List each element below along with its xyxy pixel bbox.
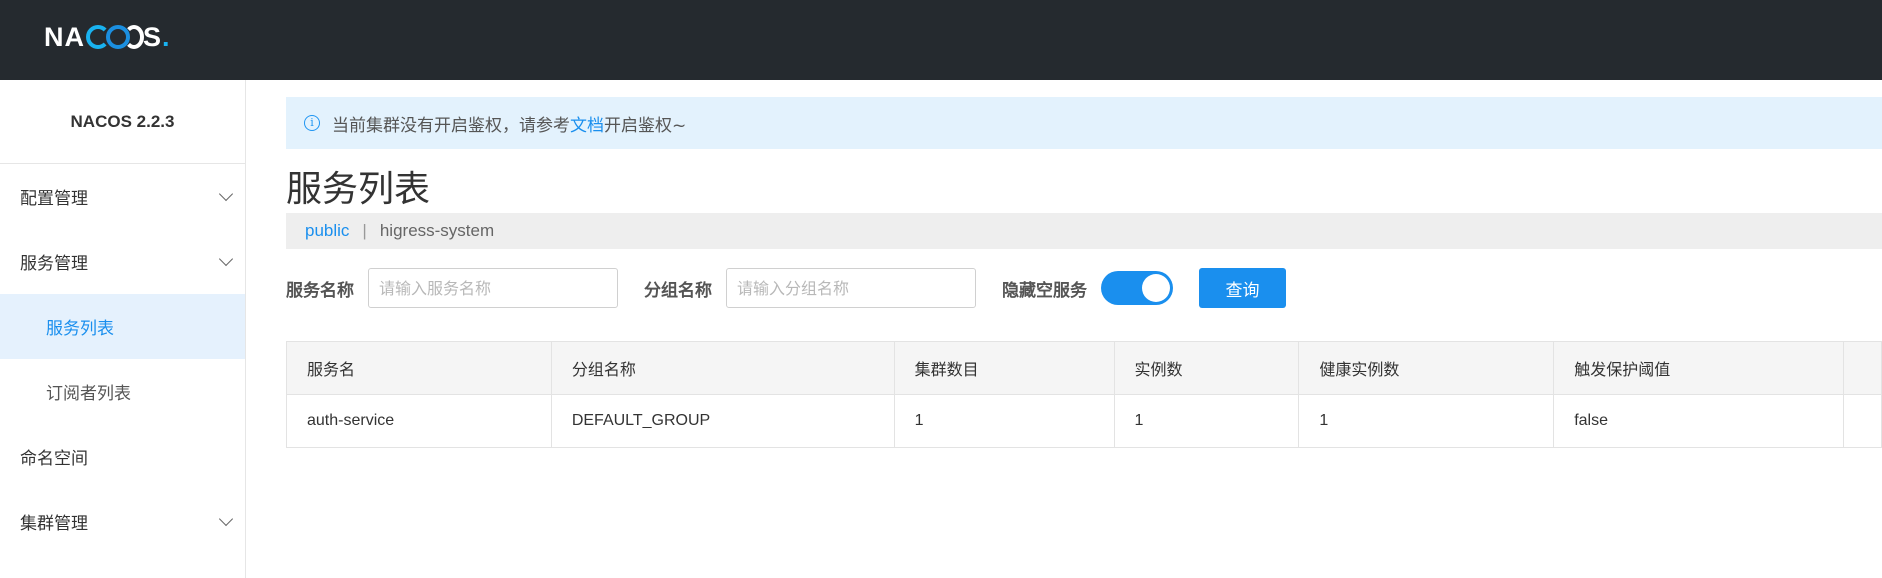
hide-empty-label: 隐藏空服务 xyxy=(1002,280,1087,301)
col-instance-count[interactable]: 实例数 xyxy=(1113,341,1300,395)
info-icon: i xyxy=(304,115,320,131)
col-protect-threshold[interactable]: 触发保护阈值 xyxy=(1553,341,1844,395)
sidebar-item-label: 配置管理 xyxy=(20,189,88,209)
chevron-down-icon xyxy=(218,251,234,267)
namespace-higress-system[interactable]: higress-system xyxy=(380,221,494,241)
cell-instance-count: 1 xyxy=(1113,394,1300,448)
col-cluster-count[interactable]: 集群数目 xyxy=(893,341,1115,395)
hide-empty-toggle[interactable] xyxy=(1101,271,1173,305)
sidebar-item-label: 订阅者列表 xyxy=(46,384,131,404)
service-name-label: 服务名称 xyxy=(286,280,354,301)
chevron-down-icon xyxy=(218,186,234,202)
version-label: NACOS 2.2.3 xyxy=(0,80,245,164)
docs-link[interactable]: 文档 xyxy=(570,111,604,136)
cell-operations xyxy=(1842,394,1882,448)
sidebar-item-label: 服务管理 xyxy=(20,254,88,274)
col-healthy-count[interactable]: 健康实例数 xyxy=(1298,341,1555,395)
sidebar-item-label: 命名空间 xyxy=(20,449,88,469)
cell-healthy-count: 1 xyxy=(1298,394,1555,448)
sidebar-item-subscribers[interactable]: 订阅者列表 xyxy=(0,359,245,424)
col-operations xyxy=(1842,341,1882,395)
service-name-input[interactable] xyxy=(368,268,618,308)
auth-notice: i 当前集群没有开启鉴权，请参考 文档 开启鉴权~ xyxy=(286,97,1882,149)
cell-cluster-count: 1 xyxy=(893,394,1115,448)
sidebar-item-cluster[interactable]: 集群管理 xyxy=(0,489,245,554)
col-service-name[interactable]: 服务名 xyxy=(286,341,552,395)
cell-protect-threshold: false xyxy=(1553,394,1844,448)
nacos-logo[interactable]: NA S. xyxy=(44,22,171,52)
sidebar-item-config[interactable]: 配置管理 xyxy=(0,164,245,229)
sidebar: NACOS 2.2.3 配置管理 服务管理 服务列表 订阅者列表 命名空间 集群… xyxy=(0,80,246,578)
namespace-separator: | xyxy=(362,221,367,240)
sidebar-item-label: 集群管理 xyxy=(20,514,88,534)
cell-group-name: DEFAULT_GROUP xyxy=(550,394,895,448)
namespace-public[interactable]: public xyxy=(305,221,349,241)
top-navbar: NA S. xyxy=(0,0,1882,80)
group-name-label: 分组名称 xyxy=(644,280,712,301)
chevron-down-icon xyxy=(218,511,234,527)
service-table: 服务名 分组名称 集群数目 实例数 健康实例数 触发保护阈值 auth-serv… xyxy=(286,341,1882,448)
filter-bar: 服务名称 分组名称 隐藏空服务 查询 xyxy=(286,268,1286,308)
sidebar-item-service-list[interactable]: 服务列表 xyxy=(0,294,245,359)
col-group-name[interactable]: 分组名称 xyxy=(550,341,895,395)
toggle-knob xyxy=(1142,274,1170,302)
table-header-row: 服务名 分组名称 集群数目 实例数 健康实例数 触发保护阈值 xyxy=(286,341,1882,395)
sidebar-item-label: 服务列表 xyxy=(46,319,114,339)
page-title: 服务列表 xyxy=(286,169,431,210)
logo-rings-icon xyxy=(86,24,144,50)
query-button[interactable]: 查询 xyxy=(1199,268,1286,308)
cell-service-name: auth-service xyxy=(286,394,552,448)
table-row: auth-service DEFAULT_GROUP 1 1 1 false xyxy=(286,394,1882,448)
sidebar-item-namespace[interactable]: 命名空间 xyxy=(0,424,245,489)
sidebar-item-service-mgmt[interactable]: 服务管理 xyxy=(0,229,245,294)
namespace-bar: public | higress-system xyxy=(286,213,1882,249)
group-name-input[interactable] xyxy=(726,268,976,308)
main-content: i 当前集群没有开启鉴权，请参考 文档 开启鉴权~ 服务列表 public | hi… xyxy=(286,80,1882,578)
